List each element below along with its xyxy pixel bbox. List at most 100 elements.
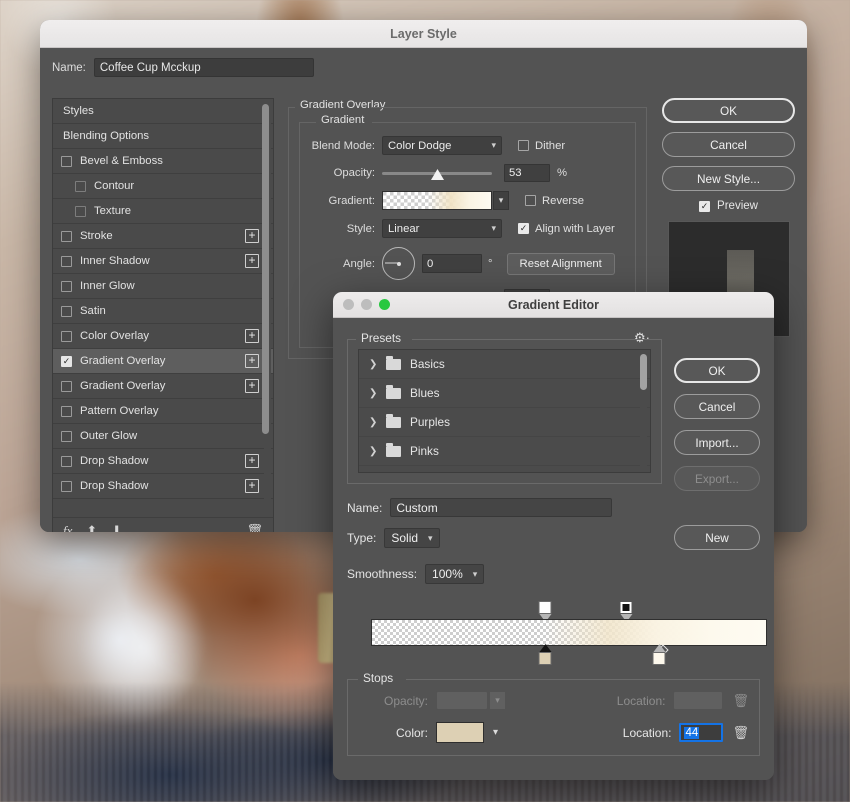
angle-input[interactable]: 0	[422, 254, 482, 273]
import-button[interactable]: Import...	[674, 430, 760, 455]
styles-list[interactable]: Styles Blending Options Bevel & Emboss C…	[52, 98, 274, 532]
opacity-input[interactable]: 53	[504, 164, 550, 182]
gradient-name-input[interactable]: Custom	[390, 498, 613, 517]
cancel-button[interactable]: Cancel	[662, 132, 795, 157]
preset-folder-pinks[interactable]: ❯ Pinks	[359, 437, 650, 466]
presets-scrollbar[interactable]	[640, 354, 647, 467]
angle-dial[interactable]	[382, 247, 415, 280]
sidebar-item-gradient-overlay-2[interactable]: Gradient Overlay +	[53, 374, 273, 399]
presets-list[interactable]: ❯ Basics ❯ Blues ❯ Purples ❯ Pinks	[358, 349, 651, 473]
checkbox-icon[interactable]	[61, 380, 72, 392]
add-effect-icon[interactable]: +	[245, 379, 259, 393]
preset-folder-purples[interactable]: ❯ Purples	[359, 408, 650, 437]
delete-color-stop-icon[interactable]: 🗑	[732, 725, 749, 741]
scrollbar-thumb[interactable]	[262, 104, 269, 434]
sidebar-item-drop-shadow-2[interactable]: Drop Shadow +	[53, 474, 273, 499]
trash-icon[interactable]: 🗑	[246, 523, 263, 533]
sidebar-item-satin[interactable]: Satin	[53, 299, 273, 324]
minimize-icon[interactable]	[361, 299, 372, 310]
sidebar-item-bevel-emboss[interactable]: Bevel & Emboss	[53, 149, 273, 174]
style-select[interactable]: Linear ▾	[382, 219, 502, 238]
chevron-right-icon[interactable]: ❯	[369, 446, 377, 457]
sidebar-item-color-overlay[interactable]: Color Overlay +	[53, 324, 273, 349]
checkbox-icon[interactable]	[61, 455, 72, 467]
color-stop-2[interactable]	[652, 644, 666, 670]
stop-color-swatch[interactable]	[436, 722, 484, 743]
dither-checkbox-row[interactable]: Dither	[518, 140, 565, 152]
checkbox-icon[interactable]: ✓	[699, 200, 711, 212]
add-effect-icon[interactable]: +	[245, 354, 259, 368]
add-effect-icon[interactable]: +	[245, 329, 259, 343]
checkbox-icon[interactable]	[61, 405, 72, 417]
ok-button[interactable]: OK	[662, 98, 795, 123]
checkbox-icon[interactable]	[61, 280, 72, 292]
layer-name-value: Coffee Cup Mcckup	[99, 61, 201, 74]
align-with-layer-row[interactable]: ✓ Align with Layer	[518, 223, 615, 235]
styles-list-scrollbar[interactable]	[262, 101, 271, 515]
add-effect-icon[interactable]: +	[245, 454, 259, 468]
checkbox-icon[interactable]	[75, 205, 86, 217]
gradient-editor-window: Gradient Editor Presets ⚙· ❯ Basics ❯ Bl…	[333, 292, 774, 780]
smoothness-select[interactable]: 100% ▾	[425, 564, 485, 584]
chevron-right-icon[interactable]: ❯	[369, 359, 377, 370]
sidebar-item-blending-options[interactable]: Blending Options	[53, 124, 273, 149]
move-down-icon[interactable]: ⬇	[111, 523, 122, 533]
move-up-icon[interactable]: ⬆	[86, 523, 97, 533]
checkbox-icon[interactable]	[61, 430, 72, 442]
new-button-label: New	[705, 530, 729, 545]
chevron-down-icon[interactable]: ▾	[493, 727, 498, 738]
maximize-icon[interactable]	[379, 299, 390, 310]
new-gradient-button[interactable]: New	[674, 525, 760, 550]
checkbox-icon[interactable]	[61, 480, 72, 492]
gradient-editor-cancel-button[interactable]: Cancel	[674, 394, 760, 419]
gradient-picker-dropdown[interactable]: ▾	[493, 191, 509, 210]
add-effect-icon[interactable]: +	[245, 229, 259, 243]
preview-checkbox-row[interactable]: ✓ Preview	[662, 200, 795, 212]
scrollbar-thumb[interactable]	[640, 354, 647, 390]
add-effect-icon[interactable]: +	[245, 254, 259, 268]
reverse-checkbox-row[interactable]: Reverse	[525, 195, 584, 207]
sidebar-item-outer-glow[interactable]: Outer Glow	[53, 424, 273, 449]
sidebar-item-inner-shadow[interactable]: Inner Shadow +	[53, 249, 273, 274]
gradient-editor-ok-button[interactable]: OK	[674, 358, 760, 383]
sidebar-item-gradient-overlay-active[interactable]: ✓ Gradient Overlay +	[53, 349, 273, 374]
sidebar-item-drop-shadow-1[interactable]: Drop Shadow +	[53, 449, 273, 474]
sidebar-item-stroke[interactable]: Stroke +	[53, 224, 273, 249]
color-stop-1-selected[interactable]	[538, 644, 552, 670]
stop-pointer-icon	[653, 644, 665, 652]
checkbox-icon[interactable]	[518, 140, 529, 151]
checkbox-icon[interactable]	[61, 230, 72, 242]
preset-folder-blues[interactable]: ❯ Blues	[359, 379, 650, 408]
sidebar-item-contour[interactable]: Contour	[53, 174, 273, 199]
checkbox-icon[interactable]	[75, 180, 86, 192]
checkbox-icon[interactable]	[525, 195, 536, 206]
checkbox-icon[interactable]	[61, 330, 72, 342]
reset-alignment-button[interactable]: Reset Alignment	[506, 252, 615, 275]
checkbox-icon[interactable]: ✓	[61, 355, 72, 367]
stop-color-location-input[interactable]: 44	[679, 723, 724, 742]
gradient-preview-swatch[interactable]	[382, 191, 492, 210]
styles-list-scroll: Styles Blending Options Bevel & Emboss C…	[53, 99, 273, 517]
chevron-right-icon[interactable]: ❯	[369, 388, 377, 399]
checkbox-icon[interactable]	[61, 305, 72, 317]
close-icon[interactable]	[343, 299, 354, 310]
blend-mode-select[interactable]: Color Dodge ▾	[382, 136, 502, 155]
sidebar-item-styles[interactable]: Styles	[53, 99, 273, 124]
sidebar-item-inner-glow[interactable]: Inner Glow	[53, 274, 273, 299]
new-style-button[interactable]: New Style...	[662, 166, 795, 191]
checkbox-icon[interactable]: ✓	[518, 223, 529, 234]
add-effect-icon[interactable]: +	[245, 479, 259, 493]
gradient-type-select[interactable]: Solid ▾	[384, 528, 440, 548]
opacity-slider[interactable]	[382, 164, 492, 182]
layer-name-input[interactable]: Coffee Cup Mcckup	[93, 58, 314, 77]
gear-icon[interactable]: ⚙·	[631, 329, 653, 347]
window-controls[interactable]	[343, 299, 390, 310]
gradient-strip[interactable]	[371, 619, 767, 646]
sidebar-item-pattern-overlay[interactable]: Pattern Overlay	[53, 399, 273, 424]
sidebar-item-texture[interactable]: Texture	[53, 199, 273, 224]
preset-folder-basics[interactable]: ❯ Basics	[359, 350, 650, 379]
checkbox-icon[interactable]	[61, 155, 72, 167]
checkbox-icon[interactable]	[61, 255, 72, 267]
fx-icon[interactable]: fx	[63, 523, 72, 533]
chevron-right-icon[interactable]: ❯	[369, 417, 377, 428]
